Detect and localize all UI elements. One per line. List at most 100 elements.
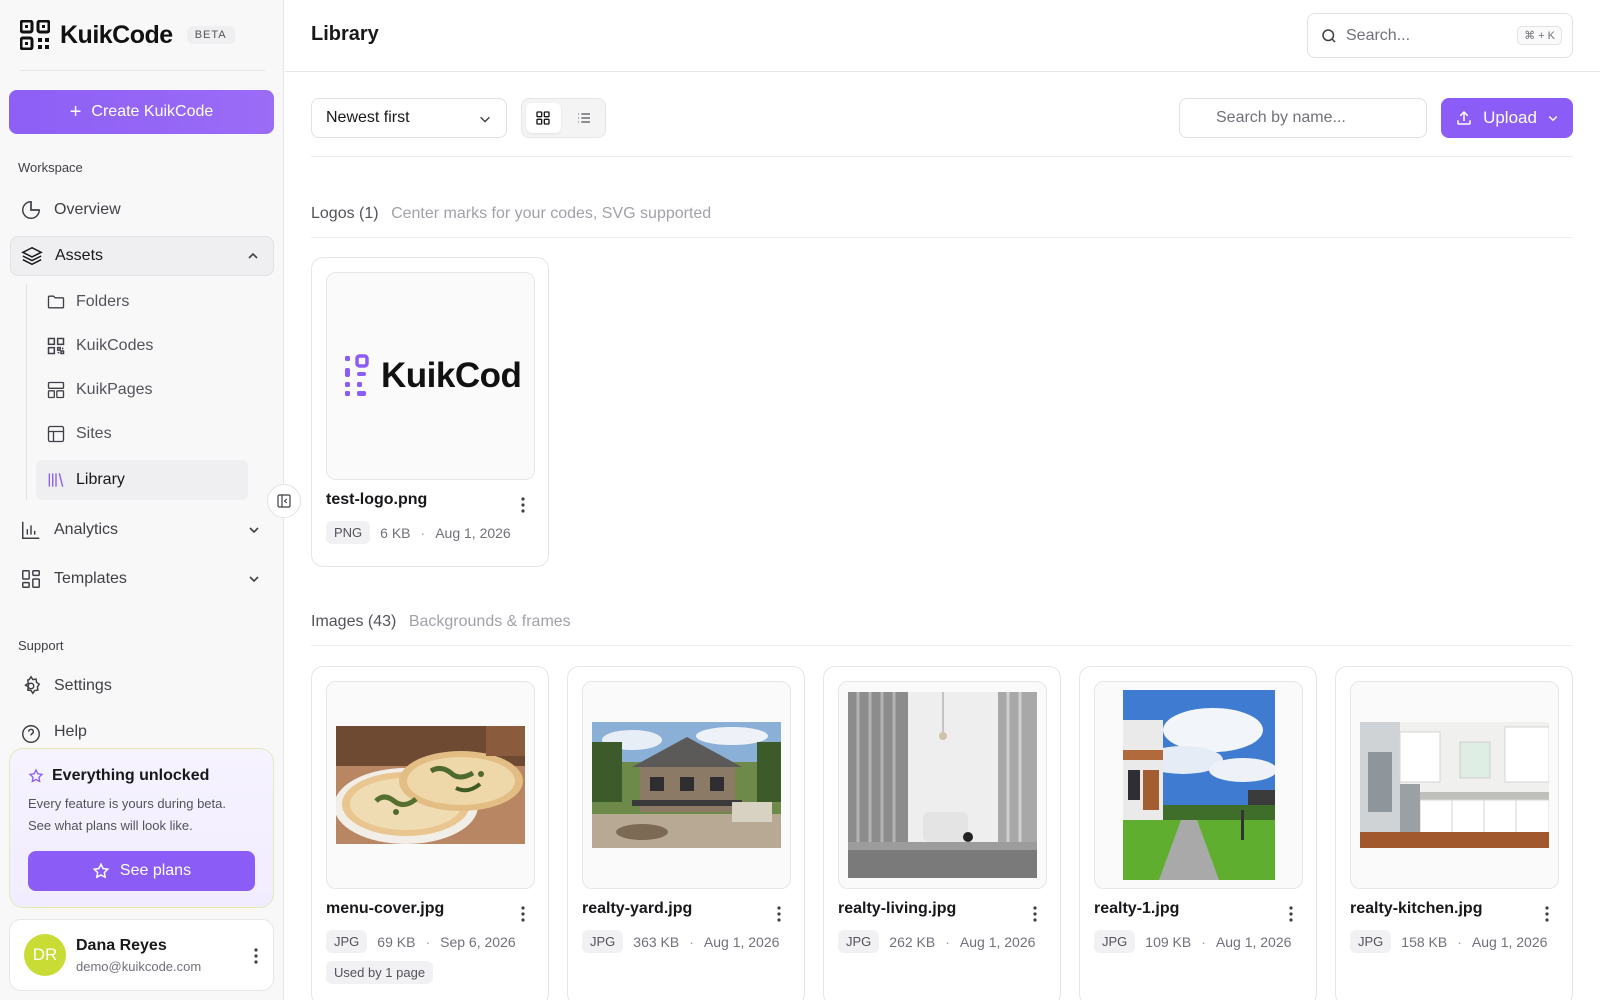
kuikcode-logo-icon [20, 20, 50, 50]
plus-icon: + [69, 101, 82, 123]
sidebar-item-folders[interactable]: Folders [36, 282, 248, 322]
file-type-badge: JPG [838, 930, 880, 953]
group-description: Backgrounds & frames [408, 613, 571, 630]
asset-meta: JPG 109 KB · Aug 1, 2026 [1094, 930, 1291, 953]
grid-view-button[interactable] [526, 103, 561, 133]
templates-grid-icon [22, 570, 40, 588]
see-plans-button[interactable]: See plans [28, 851, 255, 891]
asset-filename: test-logo.png [326, 491, 428, 508]
asset-filename: realty-1.jpg [1094, 900, 1180, 917]
group-count: (43) [367, 613, 397, 630]
chevron-up-icon [248, 252, 258, 259]
upgrade-card: Everything unlocked Every feature is you… [9, 748, 274, 908]
qr-code-icon [47, 337, 65, 355]
page-layout-icon [47, 381, 65, 399]
submenu-guide-line [26, 284, 27, 500]
usage-badge: Used by 1 page [326, 961, 434, 984]
sidebar-item-help[interactable]: Help [10, 714, 274, 744]
brand[interactable]: KuikCode BETA [20, 18, 235, 52]
asset-meta: JPG 158 KB · Aug 1, 2026 [1350, 930, 1547, 953]
more-vertical-icon[interactable] [520, 905, 526, 923]
asset-card[interactable]: realty-kitchen.jpg JPG 158 KB · Aug 1, 2… [1335, 666, 1573, 1000]
upload-date: Aug 1, 2026 [1471, 933, 1548, 950]
sidebar-item-sites[interactable]: Sites [36, 414, 248, 454]
asset-card[interactable]: KuikCod test-logo.png PNG 6 KB · Aug 1, … [311, 257, 549, 567]
create-kuikcode-label: Create KuikCode [91, 103, 214, 120]
group-name: Logos [311, 205, 355, 222]
asset-card[interactable]: menu-cover.jpg JPG 69 KB · Sep 6, 2026 U… [311, 666, 549, 1000]
group-name: Images [311, 613, 364, 630]
upgrade-desc-line1: Every feature is yours during beta. [28, 796, 226, 811]
sidebar-item-kuikpages[interactable]: KuikPages [36, 370, 248, 410]
sidebar-item-label: KuikCodes [76, 337, 154, 354]
sidebar-item-settings[interactable]: Settings [10, 666, 274, 706]
sidebar-item-label: Assets [55, 247, 104, 264]
create-kuikcode-button[interactable]: + Create KuikCode [9, 90, 274, 134]
support-section-label: Support [18, 638, 64, 653]
sidebar-item-overview[interactable]: Overview [10, 190, 274, 230]
file-type-badge: JPG [1350, 930, 1392, 953]
asset-meta: PNG 6 KB · Aug 1, 2026 [326, 521, 511, 544]
sidebar-item-assets[interactable]: Assets [10, 236, 274, 276]
asset-meta: JPG 363 KB · Aug 1, 2026 [582, 930, 779, 953]
asset-card[interactable]: realty-yard.jpg JPG 363 KB · Aug 1, 2026 [567, 666, 805, 1000]
asset-thumbnail [326, 681, 535, 889]
separator-dot: · [1457, 933, 1462, 950]
sort-select[interactable]: Newest first [311, 98, 507, 138]
sidebar-item-analytics[interactable]: Analytics [10, 510, 274, 550]
more-vertical-icon[interactable] [1288, 905, 1294, 923]
separator-dot: · [689, 933, 694, 950]
chevron-down-icon [480, 116, 490, 123]
chevron-down-icon [249, 527, 259, 534]
more-vertical-icon[interactable] [253, 947, 259, 965]
group-description: Center marks for your codes, SVG support… [391, 205, 712, 222]
sidebar-item-label: Templates [54, 570, 127, 587]
file-size: 6 KB [380, 524, 411, 541]
star-icon [28, 768, 44, 783]
name-search-placeholder: Search by name... [1216, 109, 1346, 126]
sidebar-item-library[interactable]: Library [36, 460, 248, 500]
sidebar-item-label: Sites [76, 425, 112, 442]
star-icon [92, 862, 110, 879]
workspace-section-label: Workspace [18, 160, 83, 175]
upload-date: Aug 1, 2026 [1215, 933, 1292, 950]
sidebar-item-label: Settings [54, 677, 112, 694]
upload-date: Aug 1, 2026 [959, 933, 1036, 950]
more-vertical-icon[interactable] [776, 905, 782, 923]
grid-icon [536, 111, 550, 125]
asset-card[interactable]: realty-1.jpg JPG 109 KB · Aug 1, 2026 [1079, 666, 1317, 1000]
file-size: 158 KB [1401, 933, 1448, 950]
kitchen-photo [1360, 722, 1549, 848]
more-vertical-icon[interactable] [1544, 905, 1550, 923]
sidebar-item-label: KuikPages [76, 381, 153, 398]
name-search-input[interactable]: Search by name... [1179, 98, 1427, 138]
divider [311, 645, 1573, 646]
list-view-button[interactable] [567, 103, 602, 133]
sidebar: KuikCode BETA + Create KuikCode Workspac… [0, 0, 284, 1000]
list-icon [577, 113, 590, 123]
collapse-sidebar-button[interactable] [267, 484, 301, 518]
pizza-photo [336, 726, 525, 844]
gear-icon [24, 675, 41, 695]
global-search-input[interactable]: Search... ⌘ + K [1307, 13, 1573, 58]
file-size: 109 KB [1145, 933, 1192, 950]
file-size: 262 KB [889, 933, 936, 950]
sidebar-item-templates[interactable]: Templates [10, 559, 274, 599]
top-bar: Library Search... ⌘ + K [285, 0, 1600, 72]
asset-thumbnail [838, 681, 1047, 889]
more-vertical-icon[interactable] [1032, 905, 1038, 923]
upload-button[interactable]: Upload [1441, 98, 1573, 138]
file-type-badge: JPG [1094, 930, 1136, 953]
page-title: Library [311, 23, 379, 45]
asset-filename: menu-cover.jpg [326, 900, 445, 917]
more-vertical-icon[interactable] [520, 496, 526, 514]
upload-date: Aug 1, 2026 [703, 933, 780, 950]
layers-icon [21, 246, 43, 266]
user-card[interactable]: DR Dana Reyes demo@kuikcode.com [9, 919, 274, 991]
asset-card[interactable]: realty-living.jpg JPG 262 KB · Aug 1, 20… [823, 666, 1061, 1000]
modern-house-photo [1122, 690, 1275, 880]
help-circle-icon [22, 725, 40, 743]
file-type-badge: JPG [582, 930, 624, 953]
pie-chart-icon [22, 201, 40, 219]
sidebar-item-kuikcodes[interactable]: KuikCodes [36, 326, 248, 366]
